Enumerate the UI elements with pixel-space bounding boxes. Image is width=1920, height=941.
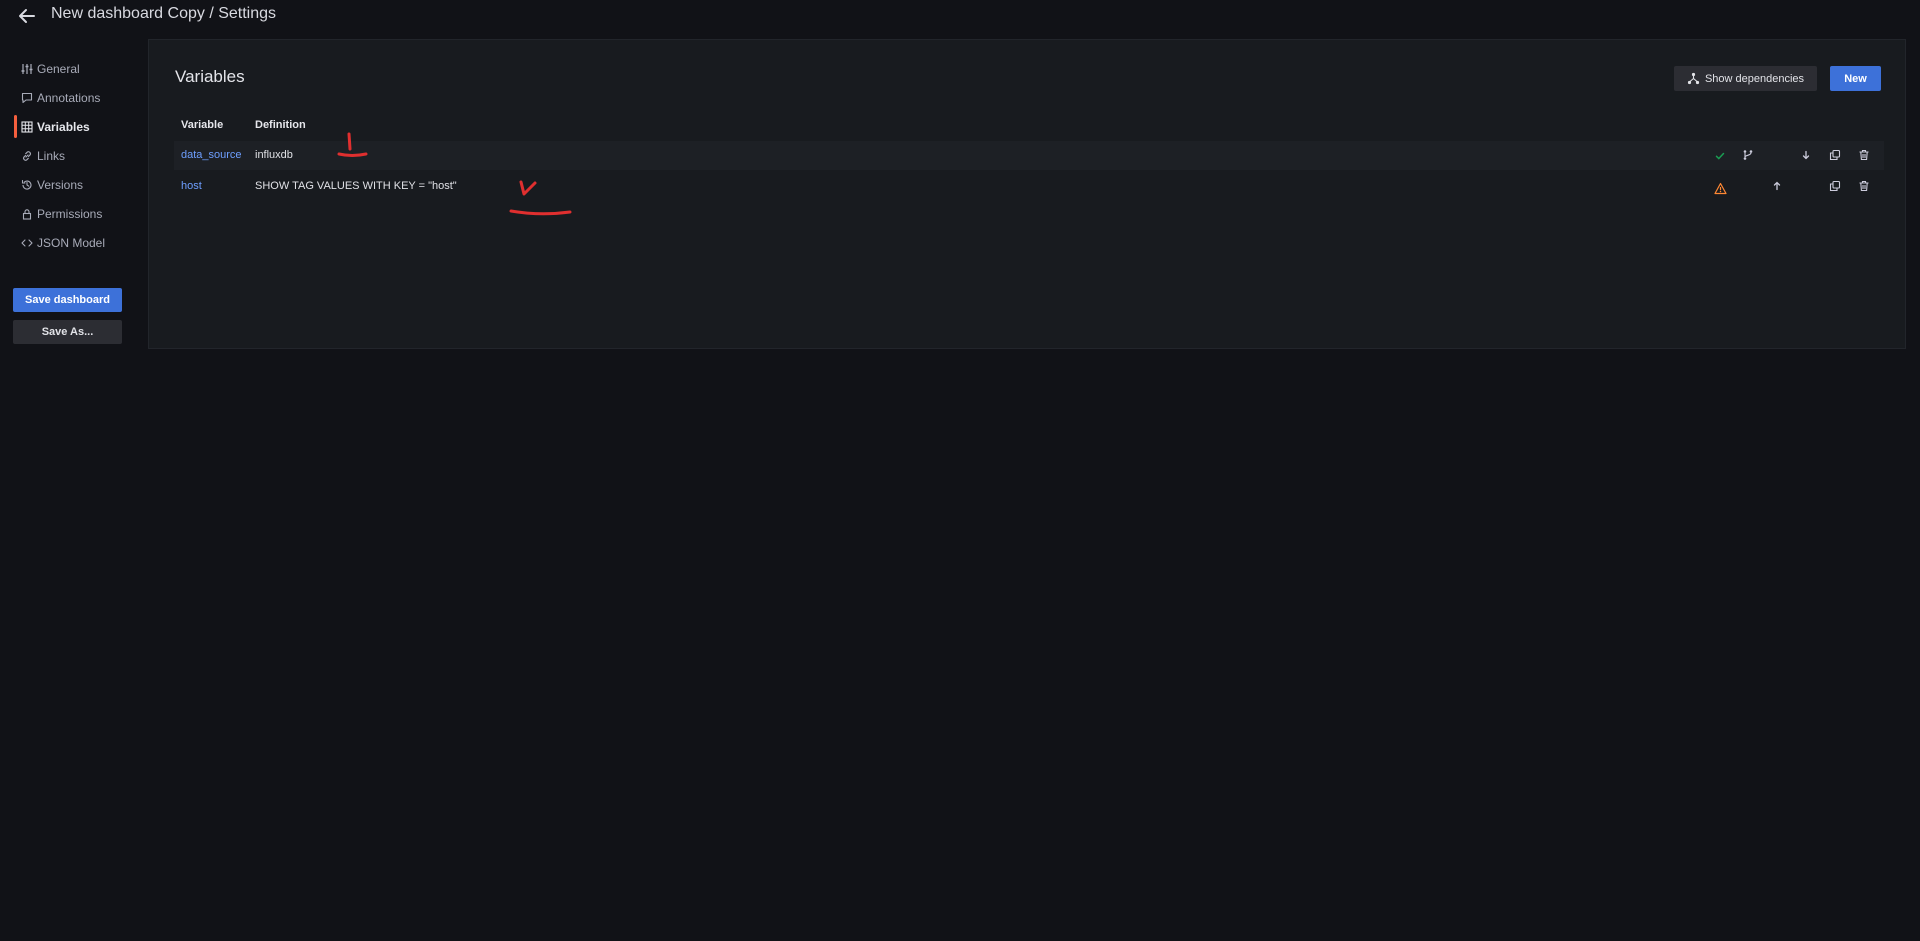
sidebar-item-label: Permissions (37, 206, 103, 221)
column-header-definition: Definition (255, 119, 306, 131)
sidebar-item-general[interactable]: General (12, 54, 124, 83)
page-title: New dashboard Copy / Settings (51, 5, 277, 22)
sidebar-item-variables[interactable]: Variables (12, 112, 124, 141)
show-dependencies-label: Show dependencies (1704, 72, 1805, 85)
variable-definition: influxdb (255, 149, 293, 161)
handwritten-annotation-two (509, 180, 572, 216)
duplicate-icon[interactable] (1827, 178, 1843, 194)
save-dashboard-button[interactable]: Save dashboard (13, 288, 122, 312)
panel-title: Variables (175, 67, 245, 86)
new-variable-button[interactable]: New (1830, 66, 1881, 91)
variables-panel: Variables Show dependencies New Variable… (148, 39, 1906, 349)
dependency-graph-icon (1687, 72, 1700, 85)
sidebar-item-links[interactable]: Links (12, 141, 124, 170)
sidebar-item-label: Versions (37, 177, 84, 192)
link-icon (21, 150, 33, 162)
sidebar-item-label: JSON Model (37, 235, 106, 250)
comment-icon (21, 92, 33, 104)
sidebar-item-label: Links (37, 148, 66, 163)
sidebar-item-label: General (37, 61, 80, 76)
sidebar-item-label: Variables (37, 119, 90, 134)
variable-definition: SHOW TAG VALUES WITH KEY = "host" (255, 180, 457, 192)
duplicate-icon[interactable] (1827, 147, 1843, 163)
back-arrow-icon[interactable] (16, 5, 38, 27)
sliders-icon (21, 63, 33, 75)
variable-name-link[interactable]: data_source (181, 149, 242, 161)
sidebar-item-annotations[interactable]: Annotations (12, 83, 124, 112)
grid-icon (21, 120, 33, 133)
trash-icon[interactable] (1856, 147, 1872, 163)
column-header-variable: Variable (181, 119, 224, 131)
code-icon (21, 237, 33, 249)
warning-icon (1712, 180, 1728, 196)
save-as-button[interactable]: Save As... (13, 320, 122, 344)
lock-icon (21, 208, 33, 220)
trash-icon[interactable] (1856, 178, 1872, 194)
show-dependencies-button[interactable]: Show dependencies (1674, 66, 1817, 91)
dependency-icon[interactable] (1740, 147, 1756, 163)
top-bar: New dashboard Copy / Settings (0, 0, 1920, 30)
arrow-up-icon[interactable] (1769, 178, 1785, 194)
history-icon (21, 179, 33, 191)
handwritten-annotation-one (337, 132, 368, 157)
sidebar-item-versions[interactable]: Versions (12, 170, 124, 199)
sidebar-item-label: Annotations (37, 90, 101, 105)
table-row: data_source influxdb (174, 141, 1884, 170)
variable-name-link[interactable]: host (181, 180, 202, 192)
check-icon (1712, 148, 1728, 164)
arrow-down-icon[interactable] (1798, 147, 1814, 163)
sidebar-item-permissions[interactable]: Permissions (12, 199, 124, 228)
table-row: host SHOW TAG VALUES WITH KEY = "host" (174, 172, 1884, 201)
sidebar-item-json-model[interactable]: JSON Model (12, 228, 124, 257)
settings-sidebar: General Annotations Variables Links Vers… (12, 54, 124, 257)
